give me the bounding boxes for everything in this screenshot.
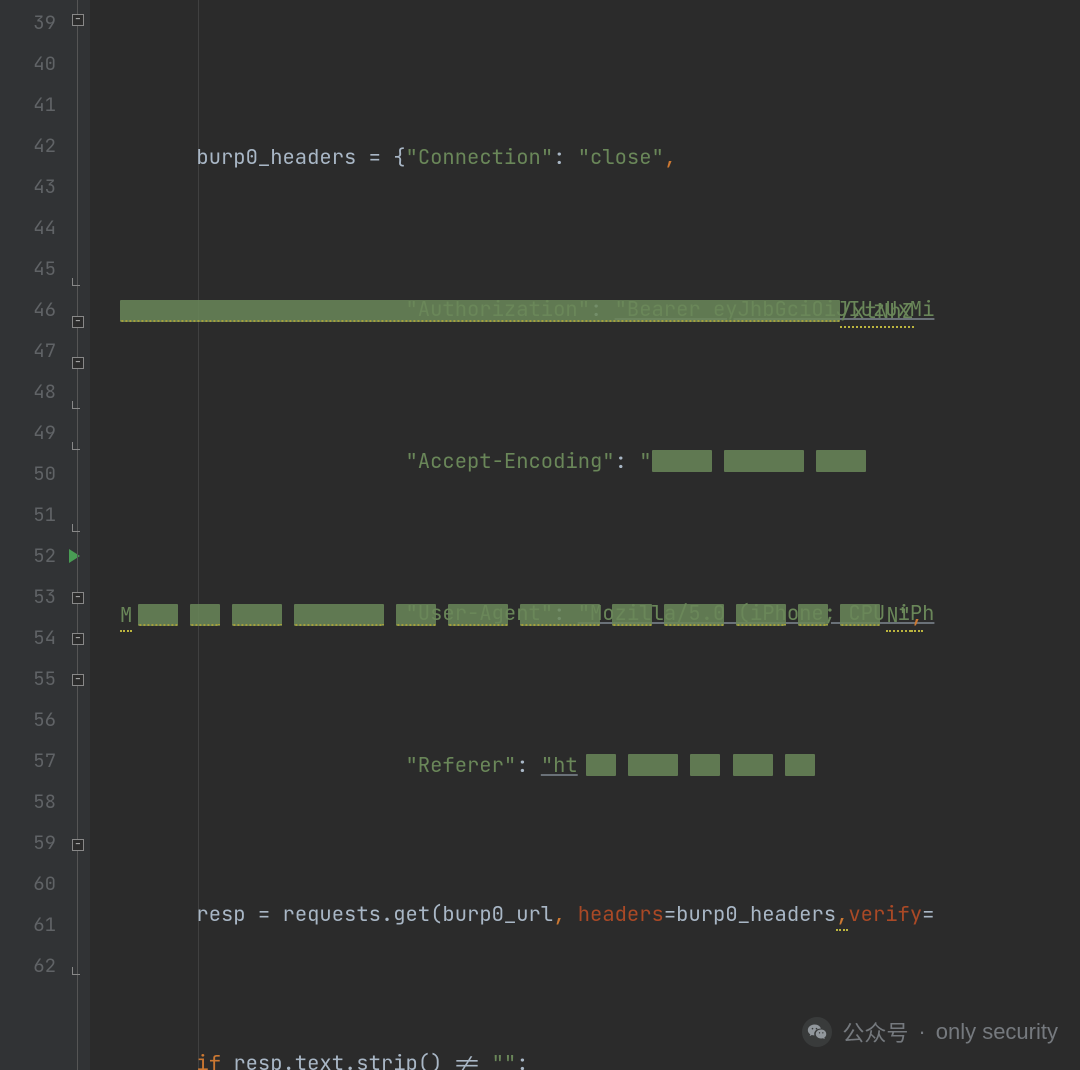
fold-toggle-icon[interactable]	[72, 316, 84, 328]
argument: =burp0_headers	[664, 901, 836, 928]
code-area[interactable]: burp0_headers = {"Connection": "close", …	[90, 0, 1080, 1070]
wrapped-line: M N",	[120, 592, 923, 639]
code-line[interactable]: "Authorization": "Bearer eyJhbGciOiJIUzU…	[90, 286, 1080, 333]
call: .get(	[381, 901, 443, 928]
indent	[98, 448, 406, 475]
watermark-separator: ·	[918, 1019, 925, 1045]
module: requests	[283, 901, 381, 928]
wechat-icon	[802, 1017, 832, 1047]
fold-toggle-icon[interactable]	[72, 674, 84, 686]
string: "Accept-Encoding"	[406, 448, 615, 475]
code-line[interactable]: "Referer": "ht	[90, 745, 1080, 786]
string: N"	[886, 602, 911, 632]
fold-end-icon	[72, 524, 80, 532]
code-line[interactable]: burp0_headers = {"Connection": "close",	[90, 137, 1080, 178]
wrapped-line: /xtNhZ	[120, 288, 914, 335]
indent	[98, 901, 196, 928]
string: "Connection"	[406, 144, 554, 171]
argument: burp0_url	[442, 901, 553, 928]
watermark-label: 公众号	[842, 1016, 908, 1048]
fold-end-icon	[72, 442, 80, 450]
watermark-name: only security	[936, 1019, 1058, 1045]
fold-toggle-icon[interactable]	[72, 14, 84, 26]
kwarg: verify	[848, 901, 922, 928]
fold-column	[72, 0, 90, 1070]
string: M	[120, 602, 132, 632]
comma: ,	[911, 602, 923, 632]
string: "Referer"	[406, 752, 517, 779]
fold-toggle-icon[interactable]	[72, 357, 84, 369]
comma: ,	[553, 901, 578, 928]
variable: resp	[196, 901, 245, 928]
fold-toggle-icon[interactable]	[72, 592, 84, 604]
operator: =	[922, 901, 934, 928]
code-line[interactable]: resp = requests.get(burp0_url, headers=b…	[90, 894, 1080, 935]
colon: :	[516, 1050, 528, 1070]
code-line[interactable]: "User-Agent": "Mozilla/5.0 (iPhone; CPU …	[90, 590, 1080, 637]
indent	[98, 144, 196, 171]
comma: ,	[664, 144, 676, 171]
string: /xtNhZ	[840, 298, 914, 328]
fold-toggle-icon[interactable]	[72, 633, 84, 645]
string: "close"	[578, 144, 664, 171]
variable: burp0_headers	[196, 144, 356, 171]
string: ""	[492, 1050, 517, 1070]
kwarg: headers	[578, 901, 664, 928]
comma: ,	[836, 901, 848, 931]
fold-end-icon	[72, 401, 80, 409]
separator: :	[516, 752, 541, 779]
string: "ht	[541, 752, 578, 779]
operator: = {	[356, 144, 405, 171]
keyword: if	[196, 1050, 233, 1070]
watermark: 公众号 · only security	[802, 1016, 1058, 1048]
code-editor[interactable]: 39 40 41 42 43 44 45 46 47 48 49 50 51 5…	[0, 0, 1080, 1070]
indent	[98, 1050, 196, 1070]
indent	[98, 752, 406, 779]
code-line[interactable]: "Accept-Encoding": "	[90, 441, 1080, 482]
line-number-gutter[interactable]: 39 40 41 42 43 44 45 46 47 48 49 50 51 5…	[0, 0, 90, 1070]
operator: =	[246, 901, 283, 928]
fold-end-icon	[72, 967, 80, 975]
fold-end-icon	[72, 278, 80, 286]
fold-toggle-icon[interactable]	[72, 839, 84, 851]
separator: :	[615, 448, 640, 475]
expression: resp.text.strip() !=	[233, 1050, 491, 1070]
